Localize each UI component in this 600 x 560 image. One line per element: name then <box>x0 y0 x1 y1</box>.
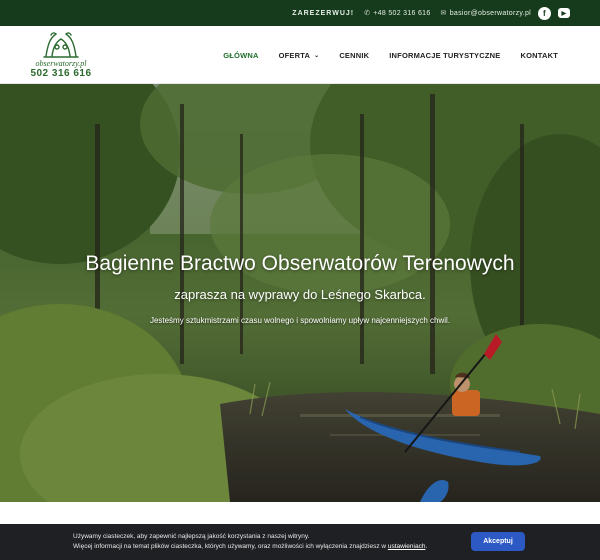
cookie-settings-link[interactable]: ustawieniach <box>388 543 426 550</box>
cookie-text-suffix: . <box>425 543 428 550</box>
hero-title: Bagienne Bractwo Obserwatorów Terenowych <box>85 252 515 275</box>
content-strip <box>0 502 600 524</box>
nav-item-oferta[interactable]: OFERTA ⌄ <box>279 51 320 60</box>
chevron-down-icon: ⌄ <box>314 52 320 59</box>
envelope-icon: ✉ <box>440 10 447 17</box>
top-bar: ZAREZERWUJ! ✆ +48 502 316 616 ✉ basior@o… <box>0 0 600 26</box>
cookie-banner: Używamy ciasteczek, aby zapewnić najleps… <box>0 524 600 560</box>
hero-description: Jesteśmy sztukmistrzami czasu wolnego i … <box>149 316 451 325</box>
main-nav: GŁÓWNA OFERTA ⌄ CENNIK INFORMACJE TURYST… <box>203 26 558 84</box>
nav-item-glowna[interactable]: GŁÓWNA <box>223 51 258 60</box>
facebook-icon[interactable]: f <box>538 6 551 20</box>
phone-link[interactable]: ✆ +48 502 316 616 <box>364 9 431 18</box>
nav-item-cennik[interactable]: CENNIK <box>339 51 369 60</box>
phone-text: +48 502 316 616 <box>373 9 431 17</box>
nav-item-informacje-turystyczne[interactable]: INFORMACJE TURYSTYCZNE <box>389 51 500 60</box>
hero-subtitle: zaprasza na wyprawy do Leśnego Skarbca. <box>174 287 426 302</box>
logo-emblem-icon <box>43 32 79 58</box>
logo-site-name: obserwatorzy.pl <box>35 59 87 68</box>
cookie-text-line1: Używamy ciasteczek, aby zapewnić najleps… <box>73 533 310 540</box>
reserve-link[interactable]: ZAREZERWUJ! <box>292 10 354 17</box>
phone-icon: ✆ <box>364 10 371 17</box>
logo-phone: 502 316 616 <box>30 68 92 79</box>
cookie-text-line2: Więcej informacji na temat plików ciaste… <box>73 543 427 550</box>
site-header: obserwatorzy.pl 502 316 616 GŁÓWNA OFERT… <box>0 26 600 84</box>
nav-item-oferta-label: OFERTA <box>278 50 311 60</box>
hero-section: Bagienne Bractwo Obserwatorów Terenowych… <box>0 84 600 502</box>
youtube-icon[interactable]: ▶ <box>558 8 570 18</box>
site-logo[interactable]: obserwatorzy.pl 502 316 616 <box>30 30 92 80</box>
nav-item-kontakt[interactable]: KONTAKT <box>520 51 558 60</box>
cookie-text-prefix: Więcej informacji na temat plików ciaste… <box>73 543 388 550</box>
accept-cookies-button[interactable]: Akceptuj <box>471 532 525 551</box>
email-link[interactable]: ✉ basior@obserwatorzy.pl <box>440 9 531 18</box>
email-text: basior@obserwatorzy.pl <box>449 9 531 17</box>
